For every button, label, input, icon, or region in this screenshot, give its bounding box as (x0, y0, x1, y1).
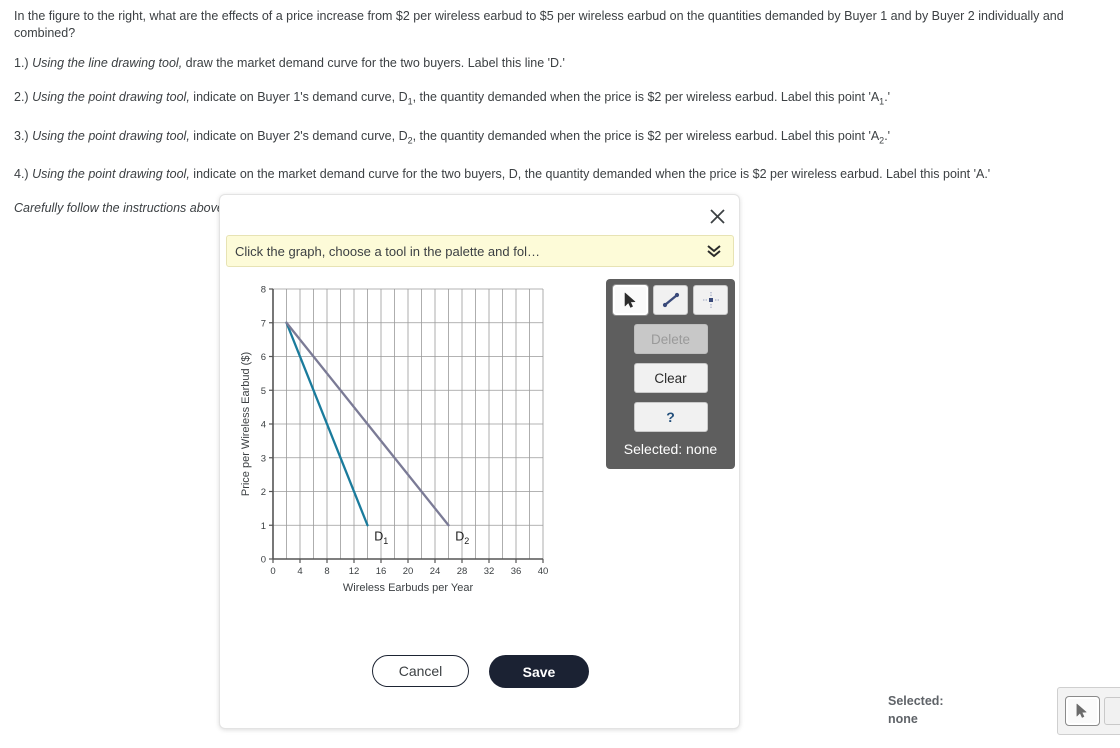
tool-row (612, 285, 729, 315)
cancel-button[interactable]: Cancel (372, 655, 469, 687)
question-step-1: 1.) Using the line drawing tool, draw th… (14, 55, 1106, 72)
svg-text:32: 32 (484, 566, 495, 577)
svg-text:2: 2 (261, 487, 266, 498)
svg-text:Price per Wireless Earbud ($): Price per Wireless Earbud ($) (240, 352, 252, 496)
step-text: indicate on Buyer 2's demand curve, D (189, 128, 408, 143)
step-text-tail: .' (884, 90, 891, 104)
line-tool-button[interactable] (653, 285, 688, 315)
graph-canvas[interactable]: 0 4 8 12 16 20 24 28 32 36 40012345678Wireless Ear… (237, 283, 587, 603)
floating-selected-status: Selected: none (888, 692, 1008, 728)
svg-text:6: 6 (261, 352, 266, 363)
clear-button[interactable]: Clear (633, 363, 708, 393)
svg-text:4: 4 (261, 420, 266, 431)
floating-line-tool-button[interactable] (1103, 697, 1120, 725)
svg-text:5: 5 (261, 386, 266, 397)
select-tool-button[interactable] (613, 285, 648, 315)
svg-text:7: 7 (261, 318, 266, 329)
svg-text:Wireless Earbuds per Year: Wireless Earbuds per Year (343, 582, 474, 594)
demand-graph[interactable]: 0 4 8 12 16 20 24 28 32 36 40 0 1 2 3 4 5 6 7 8 Wireless Ear… (237, 283, 587, 603)
svg-text:1: 1 (261, 521, 266, 532)
svg-text:3: 3 (261, 453, 266, 464)
floating-select-tool-button[interactable] (1066, 697, 1099, 725)
question-step-3: 3.) Using the point drawing tool, indica… (14, 128, 1106, 150)
tool-palette: Delete Clear ? Selected: none (606, 279, 735, 469)
floating-selected-label: Selected: (888, 694, 944, 708)
help-button[interactable]: ? (633, 402, 708, 432)
step-text: draw the market demand curve for the two… (182, 56, 565, 70)
question-block: In the figure to the right, what are the… (0, 0, 1120, 217)
svg-text:8: 8 (324, 566, 329, 577)
close-icon[interactable] (703, 202, 731, 230)
step-text: indicate on the market demand curve for … (189, 167, 991, 181)
question-step-2: 2.) Using the point drawing tool, indica… (14, 89, 1106, 111)
step-number: 2.) (14, 90, 29, 104)
svg-text:24: 24 (430, 566, 441, 577)
svg-text:20: 20 (403, 566, 414, 577)
step-text-cont: , the quantity demanded when the price i… (412, 90, 880, 104)
question-intro: In the figure to the right, what are the… (14, 9, 1064, 40)
cursor-arrow-icon (1076, 703, 1087, 718)
dialog-actions: Cancel Save (220, 655, 741, 688)
save-button[interactable]: Save (489, 655, 589, 688)
floating-selected-value: none (888, 712, 918, 726)
graph-dialog: Click the graph, choose a tool in the pa… (219, 194, 740, 729)
point-draw-icon (702, 292, 719, 308)
svg-text:8: 8 (261, 285, 266, 296)
question-step-4: 4.) Using the point drawing tool, indica… (14, 166, 1106, 183)
instruction-bar[interactable]: Click the graph, choose a tool in the pa… (226, 235, 734, 267)
step-tool-phrase: Using the point drawing tool, (32, 128, 190, 143)
point-tool-button[interactable] (693, 285, 728, 315)
svg-text:40: 40 (538, 566, 549, 577)
step-number: 4.) (14, 167, 29, 181)
cursor-arrow-icon (624, 292, 636, 308)
svg-text:0: 0 (261, 555, 266, 566)
svg-text:28: 28 (457, 566, 468, 577)
step-number: 1.) (14, 56, 29, 70)
step-text-cont: , the quantity demanded when the price i… (412, 128, 880, 143)
floating-tool-palette (1057, 687, 1120, 735)
chevron-double-down-icon[interactable] (703, 240, 725, 262)
svg-text:12: 12 (349, 566, 360, 577)
step-text-tail: .' (884, 128, 891, 143)
step-tool-phrase: Using the point drawing tool, (32, 167, 190, 181)
svg-text:16: 16 (376, 566, 387, 577)
svg-text:0: 0 (270, 566, 275, 577)
svg-text:4: 4 (297, 566, 302, 577)
line-draw-icon (662, 292, 679, 308)
step-text: indicate on Buyer 1's demand curve, D (189, 90, 408, 104)
step-tool-phrase: Using the line drawing tool, (32, 56, 183, 70)
instruction-text: Click the graph, choose a tool in the pa… (235, 243, 540, 259)
step-tool-phrase: Using the point drawing tool, (32, 90, 190, 104)
svg-text:36: 36 (511, 566, 522, 577)
palette-selected-status: Selected: none (623, 441, 718, 457)
step-number: 3.) (14, 128, 29, 143)
delete-button[interactable]: Delete (633, 324, 708, 354)
